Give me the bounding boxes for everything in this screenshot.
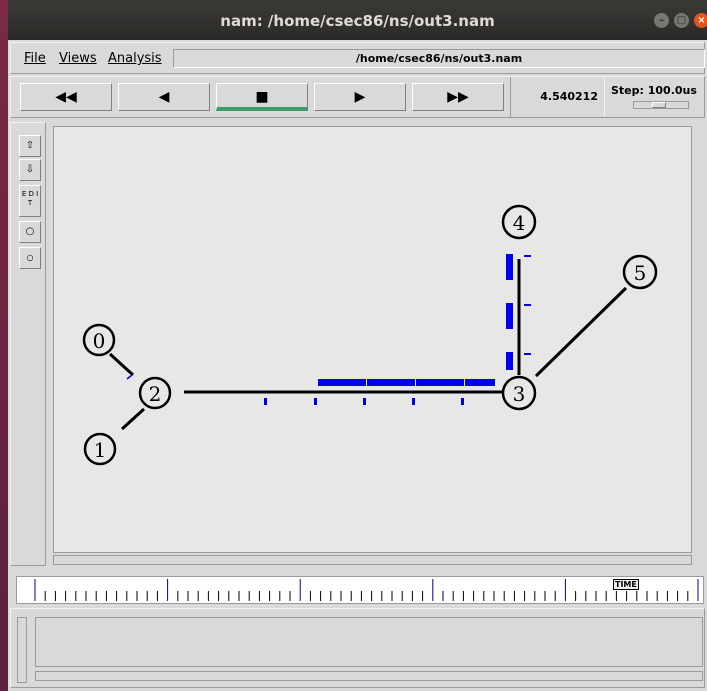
time-slider[interactable]: TIME bbox=[16, 576, 704, 604]
node-0[interactable]: 0 bbox=[82, 323, 116, 357]
packet bbox=[318, 379, 366, 386]
window-title: nam: /home/csec86/ns/out3.nam bbox=[220, 12, 495, 30]
timeline-ticks bbox=[34, 579, 699, 601]
svg-text:0: 0 bbox=[93, 329, 106, 353]
step-label: Step: 100.0us bbox=[611, 84, 697, 97]
link-3-5 bbox=[534, 286, 628, 378]
step-slider[interactable] bbox=[633, 101, 689, 109]
annotation-horizontal-scrollbar[interactable] bbox=[35, 671, 703, 681]
menu-file[interactable]: File bbox=[24, 51, 46, 66]
packet bbox=[506, 254, 513, 280]
ack-packet bbox=[524, 353, 531, 355]
link-0-2 bbox=[108, 352, 135, 377]
zoom-out-icon[interactable]: ⇩ bbox=[19, 159, 41, 181]
node-3[interactable]: 3 bbox=[501, 375, 537, 411]
svg-text:5: 5 bbox=[634, 261, 647, 285]
ack-packet bbox=[524, 304, 531, 306]
packet bbox=[465, 379, 495, 386]
menu-bar: File Views Analysis /home/csec86/ns/out3… bbox=[10, 42, 705, 74]
svg-text:3: 3 bbox=[513, 382, 526, 406]
link-1-2 bbox=[120, 407, 146, 431]
time-marker[interactable]: TIME bbox=[613, 579, 639, 590]
minimize-icon[interactable]: – bbox=[654, 13, 669, 28]
topology-svg: 0 1 2 3 4 5 bbox=[82, 204, 658, 466]
annotation-vertical-scrollbar[interactable] bbox=[17, 617, 27, 683]
file-path-display: /home/csec86/ns/out3.nam bbox=[173, 49, 705, 68]
stop-button[interactable]: ■ bbox=[216, 83, 308, 111]
rewind-button[interactable]: ◀ bbox=[118, 83, 210, 111]
nam-application: File Views Analysis /home/csec86/ns/out3… bbox=[8, 40, 707, 691]
zoom-in-icon[interactable]: ⇧ bbox=[19, 135, 41, 157]
ack-packet bbox=[314, 398, 317, 405]
tool-panel: ⇧ ⇩ E D I T ○ ○ bbox=[10, 122, 46, 566]
step-slider-thumb[interactable] bbox=[652, 102, 666, 108]
packet bbox=[367, 379, 415, 386]
node-1[interactable]: 1 bbox=[83, 432, 117, 466]
packet bbox=[416, 379, 464, 386]
annotation-list[interactable] bbox=[35, 617, 703, 667]
ack-packet bbox=[363, 398, 366, 405]
node-4[interactable]: 4 bbox=[501, 204, 537, 240]
svg-text:4: 4 bbox=[513, 211, 526, 235]
ack-packet bbox=[461, 398, 464, 405]
topology-canvas[interactable]: 0 1 2 3 4 5 bbox=[53, 126, 692, 553]
packet bbox=[506, 303, 513, 329]
time-display: 4.540212 bbox=[510, 77, 604, 117]
ack-packet bbox=[524, 255, 531, 257]
step-control: Step: 100.0us bbox=[604, 77, 707, 117]
svg-text:1: 1 bbox=[94, 438, 107, 462]
small-node-icon[interactable]: ○ bbox=[19, 247, 41, 269]
rewind-fast-button[interactable]: ◀◀ bbox=[20, 83, 112, 111]
forward-fast-button[interactable]: ▶▶ bbox=[412, 83, 504, 111]
large-node-icon[interactable]: ○ bbox=[19, 221, 41, 243]
canvas-horizontal-scrollbar[interactable] bbox=[53, 555, 692, 565]
maximize-icon[interactable]: □ bbox=[674, 13, 689, 28]
playback-toolbar: ◀◀ ◀ ■ ▶ ▶▶ 4.540212 Step: 100.0us bbox=[10, 76, 705, 118]
network-view: 0 1 2 3 4 5 bbox=[49, 122, 705, 566]
close-icon[interactable]: × bbox=[694, 13, 707, 28]
play-button[interactable]: ▶ bbox=[314, 83, 406, 111]
menu-analysis[interactable]: Analysis bbox=[108, 51, 162, 66]
edit-button[interactable]: E D I T bbox=[19, 185, 41, 217]
ack-packet bbox=[412, 398, 415, 405]
packet bbox=[126, 374, 133, 380]
annotation-panel bbox=[10, 608, 705, 688]
packet bbox=[506, 352, 513, 370]
window-titlebar[interactable]: nam: /home/csec86/ns/out3.nam – □ × bbox=[8, 0, 707, 40]
ack-packet bbox=[264, 398, 267, 405]
svg-text:2: 2 bbox=[149, 382, 162, 406]
node-2[interactable]: 2 bbox=[138, 376, 172, 410]
node-5[interactable]: 5 bbox=[622, 254, 658, 290]
menu-views[interactable]: Views bbox=[59, 51, 97, 66]
